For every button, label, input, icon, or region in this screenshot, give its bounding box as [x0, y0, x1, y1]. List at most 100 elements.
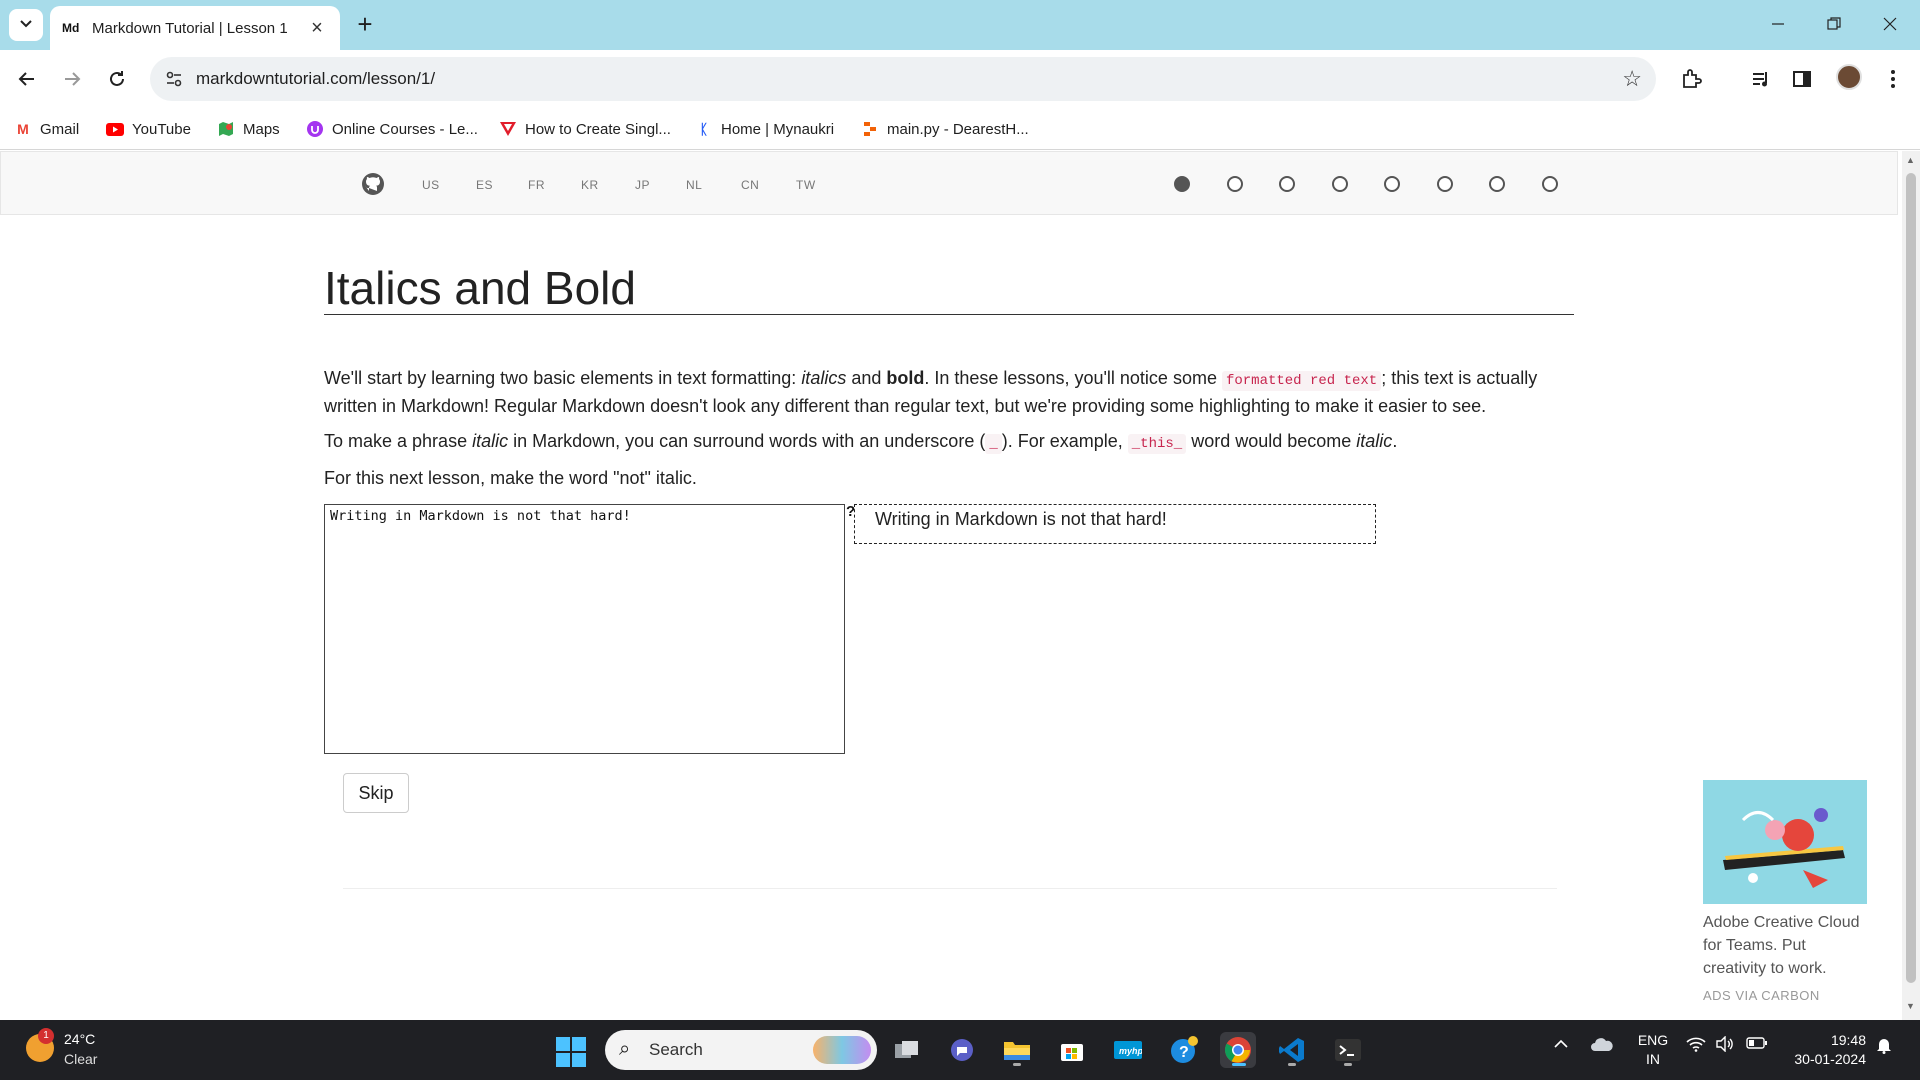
lesson-progress-dot[interactable]: [1542, 176, 1558, 192]
taskbar-clock[interactable]: 19:48 30-01-2024: [1786, 1031, 1866, 1069]
windows-taskbar: 1 24°C Clear ⌕ Search myhp ? ENG IN 19:4…: [0, 1020, 1920, 1080]
input-language[interactable]: ENG IN: [1635, 1031, 1671, 1069]
browser-toolbar: markdowntutorial.com/lesson/1/ ☆: [0, 50, 1920, 108]
bookmark-maps[interactable]: Maps: [217, 116, 280, 142]
running-indicator: [1013, 1063, 1021, 1066]
bookmark-gmail[interactable]: M Gmail: [14, 116, 79, 142]
bookmark-star-icon[interactable]: ☆: [1622, 66, 1642, 92]
lesson-instruction: For this next lesson, make the word "not…: [324, 468, 697, 488]
close-window-button[interactable]: [1870, 8, 1910, 40]
notification-bell-icon[interactable]: [1876, 1036, 1892, 1059]
vscode-icon[interactable]: [1274, 1032, 1310, 1068]
ad-image[interactable]: [1703, 780, 1867, 904]
microsoft-store-icon[interactable]: [1054, 1032, 1090, 1068]
url-text[interactable]: markdowntutorial.com/lesson/1/: [196, 69, 435, 89]
menu-kebab-icon[interactable]: [1878, 64, 1908, 94]
lang-link-nl[interactable]: NL: [686, 178, 702, 192]
tab-close-icon[interactable]: ×: [306, 17, 328, 40]
reload-button[interactable]: [100, 62, 134, 96]
language-code: ENG: [1637, 1032, 1669, 1048]
volume-icon[interactable]: [1715, 1035, 1735, 1057]
text-italic: italic: [472, 431, 509, 451]
bookmark-youtube[interactable]: YouTube: [106, 116, 191, 142]
media-controls-icon[interactable]: [1746, 64, 1776, 94]
lang-link-kr[interactable]: KR: [581, 178, 599, 192]
ad-text[interactable]: Adobe Creative Cloud for Teams. Put crea…: [1703, 911, 1873, 980]
footer-divider: [343, 888, 1557, 889]
lang-link-es[interactable]: ES: [476, 178, 493, 192]
bookmark-label: main.py - DearestH...: [887, 120, 1029, 138]
lesson-progress-dot[interactable]: [1384, 176, 1400, 192]
vercel-icon: [499, 120, 517, 138]
taskbar-search[interactable]: ⌕ Search: [605, 1030, 877, 1070]
address-bar[interactable]: markdowntutorial.com/lesson/1/ ☆: [150, 57, 1656, 101]
maps-icon: [217, 120, 235, 138]
bookmark-label: Maps: [243, 120, 280, 138]
task-view-icon[interactable]: [889, 1032, 925, 1068]
text-run: . In these lessons, you'll notice some: [924, 368, 1222, 388]
bookmark-label: Gmail: [40, 120, 80, 138]
browser-tab-active[interactable]: Md Markdown Tutorial | Lesson 1 ×: [50, 6, 340, 50]
reload-icon: [110, 71, 124, 86]
ad-via-carbon[interactable]: ADS VIA CARBON: [1703, 988, 1820, 1003]
extensions-icon[interactable]: [1676, 64, 1706, 94]
bookmark-how-to-create[interactable]: How to Create Singl...: [499, 116, 671, 142]
lesson-progress-dot[interactable]: [1174, 176, 1190, 192]
lesson-title: Italics and Bold: [324, 262, 636, 314]
new-tab-button[interactable]: +: [350, 10, 380, 40]
teams-chat-icon[interactable]: [944, 1032, 980, 1068]
onedrive-cloud-icon[interactable]: [1590, 1036, 1614, 1057]
running-indicator: [1344, 1063, 1352, 1066]
battery-icon[interactable]: [1746, 1036, 1768, 1055]
tab-search-button[interactable]: [9, 9, 43, 41]
bookmark-online-courses[interactable]: Online Courses - Le...: [306, 116, 478, 142]
weather-temperature[interactable]: 24°C: [64, 1031, 95, 1047]
back-button[interactable]: [10, 62, 44, 96]
clock-date: 30-01-2024: [1794, 1051, 1866, 1067]
weather-condition[interactable]: Clear: [64, 1051, 97, 1067]
code-snippet: _this_: [1127, 434, 1187, 454]
scrollbar-thumb[interactable]: [1906, 173, 1916, 983]
site-settings-icon[interactable]: [162, 67, 186, 91]
tray-overflow-chevron-icon[interactable]: [1554, 1036, 1568, 1054]
lesson-progress-dot[interactable]: [1279, 176, 1295, 192]
tab-title: Markdown Tutorial | Lesson 1: [92, 19, 288, 37]
page-viewport: US ES FR KR JP NL CN TW Italics and Bold…: [0, 151, 1902, 1020]
bookmark-main-py[interactable]: main.py - DearestH...: [861, 116, 1029, 142]
page-scrollbar[interactable]: ▲ ▼: [1902, 151, 1920, 1020]
terminal-icon[interactable]: [1330, 1032, 1366, 1068]
text-run: and: [846, 368, 887, 388]
myhp-icon[interactable]: myhp: [1110, 1032, 1146, 1068]
lesson-paragraph-intro: We'll start by learning two basic elemen…: [324, 366, 1574, 419]
bookmark-label: Home | Mynaukri: [721, 120, 835, 138]
text-run: word would become: [1186, 431, 1357, 451]
lang-link-us[interactable]: US: [422, 178, 440, 192]
profile-avatar[interactable]: [1836, 64, 1862, 90]
windows-start-icon[interactable]: [556, 1037, 586, 1067]
lesson-progress-dot[interactable]: [1332, 176, 1348, 192]
hp-support-icon[interactable]: ?: [1166, 1032, 1202, 1068]
github-icon[interactable]: [361, 172, 385, 196]
lesson-progress-dot[interactable]: [1437, 176, 1453, 192]
lesson-progress-dot[interactable]: [1489, 176, 1505, 192]
bookmark-mynaukri[interactable]: ᛕ Home | Mynaukri: [695, 116, 834, 142]
skip-button[interactable]: Skip: [343, 773, 409, 813]
minimize-button[interactable]: [1758, 8, 1798, 40]
wifi-icon[interactable]: [1686, 1036, 1706, 1057]
side-panel-icon[interactable]: [1787, 64, 1817, 94]
lang-link-jp[interactable]: JP: [635, 178, 650, 192]
lang-link-fr[interactable]: FR: [528, 178, 545, 192]
text-run: .: [1392, 431, 1398, 451]
lesson-progress-dot[interactable]: [1227, 176, 1243, 192]
restore-button[interactable]: [1814, 8, 1854, 40]
scroll-down-icon[interactable]: ▼: [1906, 1001, 1915, 1011]
lang-link-tw[interactable]: TW: [796, 178, 816, 192]
chrome-icon[interactable]: [1220, 1032, 1256, 1068]
scroll-up-icon[interactable]: ▲: [1906, 155, 1915, 165]
markdown-editor[interactable]: Writing in Markdown is not that hard!: [324, 504, 845, 754]
file-explorer-icon[interactable]: [999, 1032, 1035, 1068]
code-snippet: _: [985, 434, 1002, 454]
forward-button[interactable]: [55, 62, 89, 96]
text-run: ). For example,: [1001, 431, 1128, 451]
lang-link-cn[interactable]: CN: [741, 178, 759, 192]
